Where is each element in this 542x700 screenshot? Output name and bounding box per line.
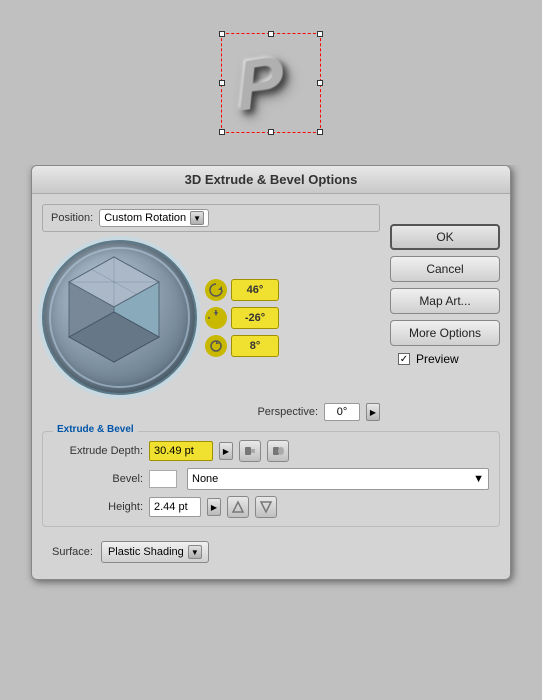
bottom-section: Extrude & Bevel Extrude Depth: 30.49 pt … bbox=[32, 431, 510, 579]
sphere-outer bbox=[42, 240, 197, 395]
perspective-arrow-btn[interactable]: ▶ bbox=[366, 403, 380, 421]
handle-bottom-middle[interactable] bbox=[268, 129, 274, 135]
surface-select-arrow[interactable]: ▼ bbox=[188, 545, 202, 559]
angle-field-z[interactable]: 8° bbox=[231, 335, 279, 357]
cap-butt-btn[interactable] bbox=[239, 440, 261, 462]
extrude-depth-label: Extrude Depth: bbox=[53, 445, 143, 457]
extrude-bevel-title: Extrude & Bevel bbox=[53, 424, 138, 435]
extrude-depth-arrow[interactable]: ▶ bbox=[219, 442, 233, 460]
handle-top-right[interactable] bbox=[317, 31, 323, 37]
angle-field-x[interactable]: 46° bbox=[231, 279, 279, 301]
angle-row-y: -26° bbox=[205, 307, 279, 329]
canvas-area: P bbox=[0, 0, 542, 165]
right-panel: OK Cancel Map Art... More Options ✓ Prev… bbox=[390, 204, 500, 421]
bevel-preview bbox=[149, 470, 177, 488]
angle-field-y[interactable]: -26° bbox=[231, 307, 279, 329]
dialog-title: 3D Extrude & Bevel Options bbox=[32, 166, 510, 194]
surface-select[interactable]: Plastic Shading ▼ bbox=[101, 541, 209, 563]
ok-button[interactable]: OK bbox=[390, 224, 500, 250]
angle-row-z: 8° bbox=[205, 335, 279, 357]
sphere-container[interactable] bbox=[42, 240, 197, 395]
handle-top-left[interactable] bbox=[219, 31, 225, 37]
position-value: Custom Rotation bbox=[104, 212, 186, 224]
angle-icon-y bbox=[205, 307, 227, 329]
p-3d-letter: P bbox=[235, 41, 288, 127]
bevel-style-btn-2[interactable] bbox=[255, 496, 277, 518]
preview-checkbox[interactable]: ✓ bbox=[398, 353, 410, 365]
position-row: Position: Custom Rotation ▼ bbox=[42, 204, 380, 232]
perspective-row: Perspective: 0° ▶ bbox=[42, 403, 380, 421]
bevel-select-arrow-icon: ▼ bbox=[473, 473, 484, 485]
bevel-select[interactable]: None ▼ bbox=[187, 468, 489, 490]
height-label: Height: bbox=[53, 501, 143, 513]
perspective-label: Perspective: bbox=[257, 406, 318, 418]
map-art-button[interactable]: Map Art... bbox=[390, 288, 500, 314]
left-panel: Position: Custom Rotation ▼ bbox=[42, 204, 380, 421]
p-preview: P bbox=[216, 28, 326, 138]
preview-label: Preview bbox=[416, 352, 459, 366]
position-select-arrow[interactable]: ▼ bbox=[190, 211, 204, 225]
angle-icon-x bbox=[205, 279, 227, 301]
bevel-label: Bevel: bbox=[53, 473, 143, 485]
perspective-field[interactable]: 0° bbox=[324, 403, 360, 421]
bevel-style-btn-1[interactable] bbox=[227, 496, 249, 518]
sphere-ring bbox=[49, 247, 190, 388]
handle-bottom-right[interactable] bbox=[317, 129, 323, 135]
handle-top-middle[interactable] bbox=[268, 31, 274, 37]
cap-round-btn[interactable] bbox=[267, 440, 289, 462]
extrude-depth-row: Extrude Depth: 30.49 pt ▶ bbox=[53, 440, 489, 462]
cancel-button[interactable]: Cancel bbox=[390, 256, 500, 282]
handle-bottom-left[interactable] bbox=[219, 129, 225, 135]
angle-row-x: 46° bbox=[205, 279, 279, 301]
rotation-widget: 46° -26° bbox=[42, 240, 380, 395]
preview-row: ✓ Preview bbox=[390, 352, 500, 366]
angle-icon-z bbox=[205, 335, 227, 357]
surface-value: Plastic Shading bbox=[108, 546, 184, 558]
height-arrow[interactable]: ▶ bbox=[207, 498, 221, 516]
extrude-depth-field[interactable]: 30.49 pt bbox=[149, 441, 213, 461]
height-field[interactable]: 2.44 pt bbox=[149, 497, 201, 517]
handle-middle-left[interactable] bbox=[219, 80, 225, 86]
bevel-row: Bevel: None ▼ bbox=[53, 468, 489, 490]
position-label: Position: bbox=[51, 212, 93, 224]
angle-controls: 46° -26° bbox=[205, 279, 279, 357]
surface-row: Surface: Plastic Shading ▼ bbox=[42, 535, 500, 569]
more-options-button[interactable]: More Options bbox=[390, 320, 500, 346]
surface-label: Surface: bbox=[52, 546, 93, 558]
dialog-3d-extrude-bevel: 3D Extrude & Bevel Options Position: Cus… bbox=[31, 165, 511, 580]
dialog-body: Position: Custom Rotation ▼ bbox=[32, 194, 510, 431]
bevel-value: None bbox=[192, 473, 218, 485]
position-select[interactable]: Custom Rotation ▼ bbox=[99, 209, 209, 227]
height-row: Height: 2.44 pt ▶ bbox=[53, 496, 489, 518]
extrude-bevel-group: Extrude & Bevel Extrude Depth: 30.49 pt … bbox=[42, 431, 500, 527]
handle-middle-right[interactable] bbox=[317, 80, 323, 86]
